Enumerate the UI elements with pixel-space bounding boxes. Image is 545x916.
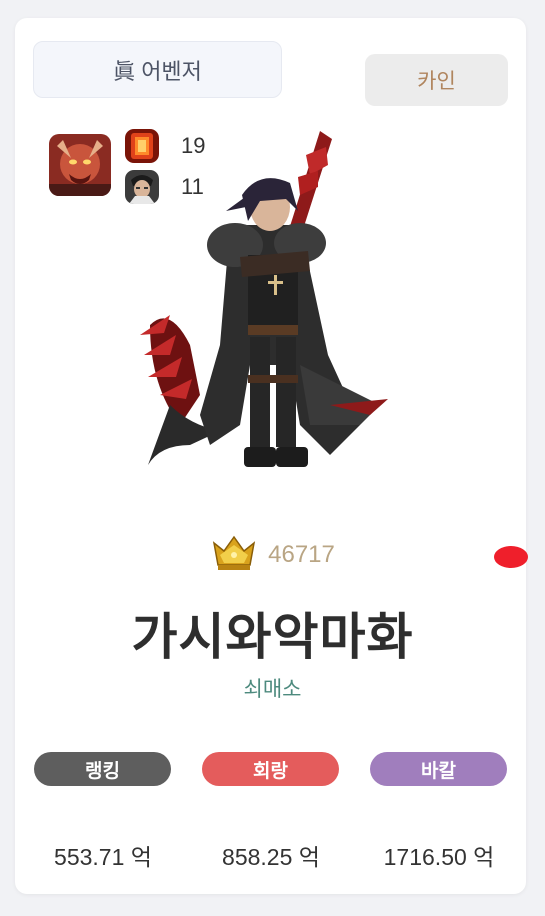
ranking-badge[interactable]: 랭킹 — [34, 752, 171, 786]
fame-display: 46717 — [0, 535, 545, 574]
character-sprite — [130, 125, 400, 520]
bakal-stat: 1716.50 억 — [383, 844, 495, 870]
corridor-badge[interactable]: 회랑 — [202, 752, 339, 786]
guild-name[interactable]: 쇠매소 — [0, 673, 545, 703]
ranking-stat: 553.71 억 — [54, 844, 152, 870]
heart-icon[interactable] — [493, 543, 529, 571]
character-name: 가시와악마화 — [131, 609, 414, 665]
class-name-tag: 眞 어벤저 — [33, 41, 282, 98]
corridor-stat: 858.25 억 — [222, 844, 320, 870]
bakal-badge[interactable]: 바칼 — [370, 752, 507, 786]
crown-icon — [210, 533, 258, 578]
server-tag[interactable]: 카인 — [365, 54, 508, 106]
awakening-portrait-icon — [49, 134, 111, 196]
fame-value: 46717 — [268, 541, 335, 568]
